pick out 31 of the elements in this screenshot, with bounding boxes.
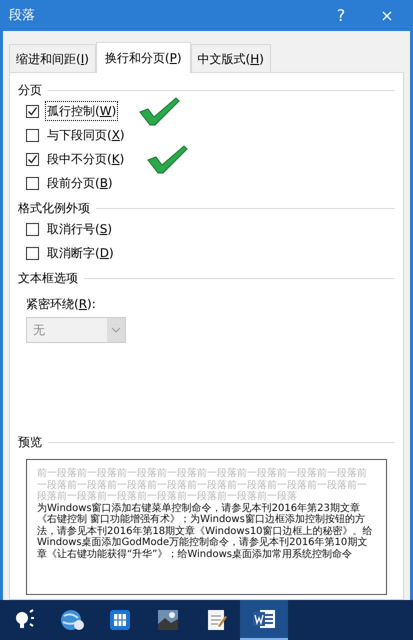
checkbox-label[interactable]: 段中不分页(K) bbox=[45, 149, 126, 169]
checkbox[interactable] bbox=[26, 104, 39, 118]
group-title: 格式化例外项 bbox=[18, 200, 90, 217]
field-label: 紧密环绕(R): bbox=[25, 296, 97, 313]
checkbox-label[interactable]: 取消断字(D) bbox=[45, 243, 116, 263]
checkbox[interactable] bbox=[26, 176, 39, 190]
checkbox[interactable] bbox=[26, 128, 39, 142]
checkbox-label[interactable]: 段前分页(B) bbox=[45, 173, 115, 193]
checkbox[interactable] bbox=[26, 246, 39, 260]
globe-icon bbox=[59, 607, 85, 633]
window-title: 段落 bbox=[8, 6, 36, 25]
taskbar-app-button[interactable] bbox=[240, 600, 288, 640]
preview-previous-text: 前一段落前一段落前一段落前一段落前一段落前一段落前一段落前一段落前一段落前一段落前一段落前一段落前一段落前一段落前一段落前一段落前一段落前一段落前一段落前一段落前一段落前一段落前一段落 bbox=[37, 468, 368, 502]
word-icon bbox=[251, 607, 277, 631]
tab[interactable]: 换行和分页(P) bbox=[96, 42, 191, 73]
group-title: 文本框选项 bbox=[18, 270, 78, 287]
group-title: 预览 bbox=[18, 434, 42, 451]
checkbox[interactable] bbox=[26, 152, 39, 166]
tab[interactable]: 中文版式(H) bbox=[190, 44, 271, 72]
caret-icon bbox=[107, 318, 125, 342]
checkbox-label[interactable]: 与下段同页(X) bbox=[45, 125, 127, 145]
checkbox-label[interactable]: 取消行号(S) bbox=[45, 219, 114, 239]
close-button[interactable]: × bbox=[364, 0, 410, 31]
preview-text: 为Windows窗口添加右键菜单控制命令，请参见本刊2016年第23期文章《右键控制 窗口功能增强有术》；为Windows窗口边框添加控制按钮的方法，请参见本刊2016年第18期文章《Windows10窗口边框上的秘密》。给Windows桌面添加GodMode万能控制命令，请参见本刊2016年第10期文章《让右键功能获得“升华”》；给Windows桌面添加常用系统控制命令 bbox=[37, 502, 374, 560]
checkbox[interactable] bbox=[26, 222, 39, 236]
group-title: 分页 bbox=[18, 82, 42, 99]
help-button[interactable]: ? bbox=[318, 0, 364, 31]
tiles-icon bbox=[108, 608, 132, 632]
checkbox-label[interactable]: 孤行控制(W) bbox=[45, 101, 118, 121]
tab[interactable]: 缩进和间距(I) bbox=[9, 44, 96, 72]
photo-icon bbox=[156, 608, 180, 632]
